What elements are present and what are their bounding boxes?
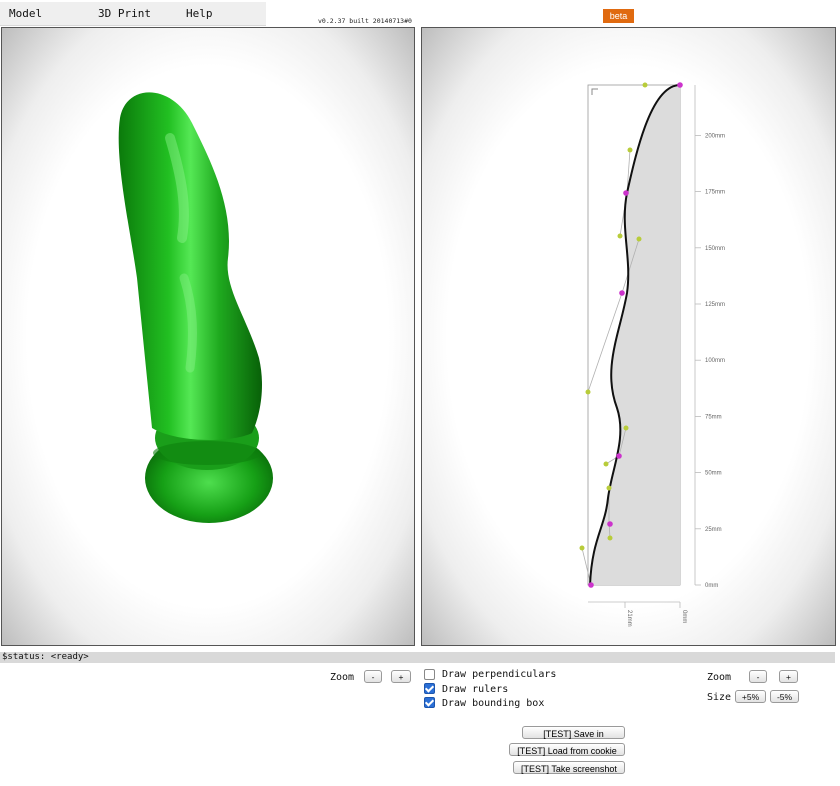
right-zoom-in-button[interactable]: + bbox=[779, 670, 798, 683]
size-label: Size bbox=[707, 692, 732, 703]
draw-bounding-box-checkbox[interactable] bbox=[424, 697, 435, 708]
x-tick-label: 0mm bbox=[681, 610, 687, 623]
version-label: v0.2.37 built 20140713#0 bbox=[318, 17, 412, 25]
profile-editor-canvas: 0mm 25mm 50mm 75mm 100mm 125mm 150mm 175mm 200mm… bbox=[579, 82, 725, 627]
y-tick-label: 50mm bbox=[705, 471, 722, 477]
test-screenshot-button[interactable]: [TEST] Take screenshot bbox=[513, 761, 625, 774]
profile-editor-viewport[interactable]: 0mm 25mm 50mm 75mm 100mm 125mm 150mm 175mm 200mm… bbox=[421, 27, 836, 646]
menu-3d-print[interactable]: 3D Print bbox=[98, 7, 151, 20]
y-tick-label: 0mm bbox=[705, 583, 718, 589]
menu-bar: Model 3D Print Help bbox=[0, 2, 266, 26]
horizontal-ruler: 21mm 0mm bbox=[624, 602, 687, 627]
vertical-ruler: 0mm 25mm 50mm 75mm 100mm 125mm 150mm 175mm 200mm bbox=[695, 133, 725, 589]
size-decrease-button[interactable]: -5% bbox=[770, 690, 799, 703]
y-tick-label: 150mm bbox=[705, 246, 725, 252]
size-increase-button[interactable]: +5% bbox=[735, 690, 766, 703]
x-tick-label: 21mm bbox=[626, 610, 632, 627]
menu-model[interactable]: Model bbox=[9, 7, 42, 20]
beta-badge: beta bbox=[603, 9, 634, 23]
left-zoom-label: Zoom bbox=[330, 672, 355, 683]
3d-model-render bbox=[118, 92, 273, 523]
y-tick-label: 75mm bbox=[705, 414, 722, 420]
right-zoom-out-button[interactable]: - bbox=[749, 670, 767, 683]
y-tick-label: 25mm bbox=[705, 527, 722, 533]
draw-rulers-checkbox[interactable] bbox=[424, 683, 435, 694]
menu-help[interactable]: Help bbox=[186, 7, 213, 20]
test-load-cookie-button[interactable]: [TEST] Load from cookie bbox=[509, 743, 625, 756]
y-tick-label: 175mm bbox=[705, 190, 725, 196]
model-shaft bbox=[118, 92, 262, 440]
draw-perpendiculars-checkbox[interactable] bbox=[424, 669, 435, 680]
left-zoom-out-button[interactable]: - bbox=[364, 670, 382, 683]
3d-preview-viewport[interactable] bbox=[1, 27, 415, 646]
left-zoom-in-button[interactable]: + bbox=[391, 670, 411, 683]
test-save-cookie-button[interactable]: [TEST] Save in cookie bbox=[522, 726, 625, 752]
draw-bounding-box-label: Draw bounding box bbox=[442, 698, 545, 709]
draw-rulers-label: Draw rulers bbox=[442, 684, 509, 695]
y-tick-label: 125mm bbox=[705, 302, 725, 308]
right-zoom-label: Zoom bbox=[707, 672, 732, 683]
y-tick-label: 200mm bbox=[705, 133, 725, 139]
status-bar: $status: <ready> bbox=[0, 652, 835, 663]
draw-perpendiculars-label: Draw perpendiculars bbox=[442, 669, 557, 680]
y-tick-label: 100mm bbox=[705, 358, 725, 364]
